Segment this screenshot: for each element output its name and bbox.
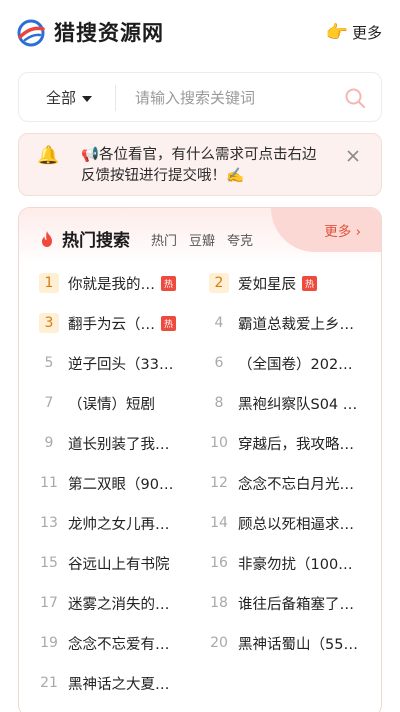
hot-item-title: 第二双眼（90集… [68, 476, 180, 493]
hot-item-title: （误情）短剧 [68, 396, 155, 413]
hot-list-item[interactable]: 10 穿越后，我攻略… [209, 431, 354, 455]
hot-item-title: 黑神话之大夏无… [68, 676, 180, 693]
hot-list-item[interactable]: 15 谷远山上有书院 [39, 551, 170, 575]
hot-list-item[interactable]: 1 你就是我的… 热 [39, 271, 176, 295]
rank-number: 14 [210, 515, 228, 531]
rank-number: 9 [44, 435, 54, 451]
tab-hot[interactable]: 热门 [151, 230, 177, 249]
rank-number: 6 [214, 355, 224, 371]
rank-number: 8 [214, 395, 224, 411]
hot-item-title: 霸道总裁爱上乡… [238, 316, 354, 333]
hot-list-item[interactable]: 17 迷雾之消失的她… [39, 591, 180, 615]
notice-text: 📢各位看官，有什么需求可点击右边反馈按钮进行提交哦！✍️ [81, 147, 317, 184]
hot-item-title: 谷远山上有书院 [68, 556, 170, 573]
rank-number: 13 [40, 515, 58, 531]
hot-item-title: 非豪勿扰（100… [238, 556, 353, 573]
notice-banner: 🔔 📢各位看官，有什么需求可点击右边反馈按钮进行提交哦！✍️ [18, 133, 382, 196]
hot-list-item[interactable]: 11 第二双眼（90集… [39, 471, 180, 495]
rank-number: 16 [210, 555, 228, 571]
hot-list-item[interactable]: 9 道长别装了我知… [39, 431, 180, 455]
rank-number: 5 [44, 355, 54, 371]
hot-badge: 热 [161, 315, 176, 331]
rank-number: 12 [210, 475, 228, 491]
fire-icon [42, 231, 52, 247]
bell-icon: 🔔 [37, 145, 60, 166]
hot-item-title: 你就是我的… [68, 276, 155, 293]
hot-badge: 热 [302, 275, 317, 291]
hot-list-item[interactable]: 8 黑袍纠察队S04 … [209, 391, 358, 415]
rank-number: 15 [40, 555, 58, 571]
hot-item-title: 迷雾之消失的她… [68, 596, 180, 613]
hot-list-item[interactable]: 5 逆子回头（33集… [39, 351, 180, 375]
hot-list-item[interactable]: 3 翻手为云（… 热 [39, 311, 176, 335]
hot-more-link[interactable]: 更多 › [324, 220, 361, 240]
rank-number: 2 [209, 273, 229, 293]
rank-number: 17 [40, 595, 58, 611]
hot-list-item[interactable]: 4 霸道总裁爱上乡… [209, 311, 354, 335]
search-divider [115, 85, 116, 111]
header-more-label: 更多 [351, 24, 382, 42]
hot-item-title: 念念不忘白月光… [238, 476, 354, 493]
site-title[interactable]: 猎搜资源网 [54, 17, 164, 47]
hot-item-title: 逆子回头（33集… [68, 356, 180, 373]
tab-douban[interactable]: 豆瓣 [189, 230, 215, 249]
hot-list-item[interactable]: 6 （全国卷）202… [209, 351, 353, 375]
rank-number: 1 [39, 273, 59, 293]
hot-item-title: 念念不忘爱有回… [68, 636, 180, 653]
hot-item-title: 谁往后备箱塞了… [238, 596, 354, 613]
hot-item-title: （全国卷）202… [238, 356, 353, 373]
hot-item-title: 道长别装了我知… [68, 436, 180, 453]
hot-badge: 热 [161, 275, 176, 291]
hot-item-title: 爱如星辰 [238, 276, 296, 293]
rank-number: 21 [40, 675, 58, 691]
caret-down-icon [82, 95, 93, 102]
search-scope-dropdown[interactable]: 全部 [46, 87, 93, 108]
hot-item-title: 黑神话蜀山（55… [238, 636, 358, 653]
close-icon[interactable] [345, 148, 361, 164]
tab-quark[interactable]: 夸克 [227, 230, 253, 249]
rank-number: 10 [210, 435, 228, 451]
header-more-link[interactable]: 👉 更多 [326, 22, 382, 43]
rank-number: 20 [210, 635, 228, 651]
hot-tabs: 热门 豆瓣 夸克 [151, 230, 253, 249]
hot-item-title: 龙帅之女儿再爱… [68, 516, 180, 533]
hot-list-item[interactable]: 21 黑神话之大夏无… [39, 671, 180, 695]
rank-number: 3 [39, 313, 59, 333]
search-bar: 全部 [18, 72, 382, 122]
hot-item-title: 黑袍纠察队S04 … [238, 396, 358, 413]
pointing-hand-icon: 👉 [325, 21, 348, 43]
hot-item-title: 穿越后，我攻略… [238, 436, 354, 453]
search-scope-label: 全部 [46, 89, 77, 107]
hot-search-card: 热门搜索 热门 豆瓣 夸克 更多 › 1 你就是我的… 热 2 爱如星辰热 3 翻手为云（…… [18, 207, 382, 712]
hot-list-item[interactable]: 14 顾总以死相逼求… [209, 511, 354, 535]
hot-list-item[interactable]: 18 谁往后备箱塞了… [209, 591, 354, 615]
top-header: 猎搜资源网 👉 更多 [0, 0, 400, 66]
search-input[interactable] [135, 83, 335, 113]
hot-list-item[interactable]: 16 非豪勿扰（100… [209, 551, 353, 575]
hot-list-item[interactable]: 2 爱如星辰热 [209, 271, 317, 295]
rank-number: 19 [40, 635, 58, 651]
rank-number: 4 [214, 315, 224, 331]
rank-number: 7 [44, 395, 54, 411]
hot-list-item[interactable]: 7 （误情）短剧 [39, 391, 155, 415]
hot-search-title: 热门搜索 [62, 231, 130, 251]
search-icon[interactable] [343, 86, 367, 110]
site-logo[interactable] [16, 18, 46, 48]
hot-list-item[interactable]: 20 黑神话蜀山（55… [209, 631, 358, 655]
hot-list-item[interactable]: 13 龙帅之女儿再爱… [39, 511, 180, 535]
hot-list-item[interactable]: 12 念念不忘白月光… [209, 471, 354, 495]
hot-item-title: 翻手为云（… [68, 316, 155, 333]
hot-item-title: 顾总以死相逼求… [238, 516, 354, 533]
rank-number: 18 [210, 595, 228, 611]
hot-list-item[interactable]: 19 念念不忘爱有回… [39, 631, 180, 655]
rank-number: 11 [40, 475, 58, 491]
